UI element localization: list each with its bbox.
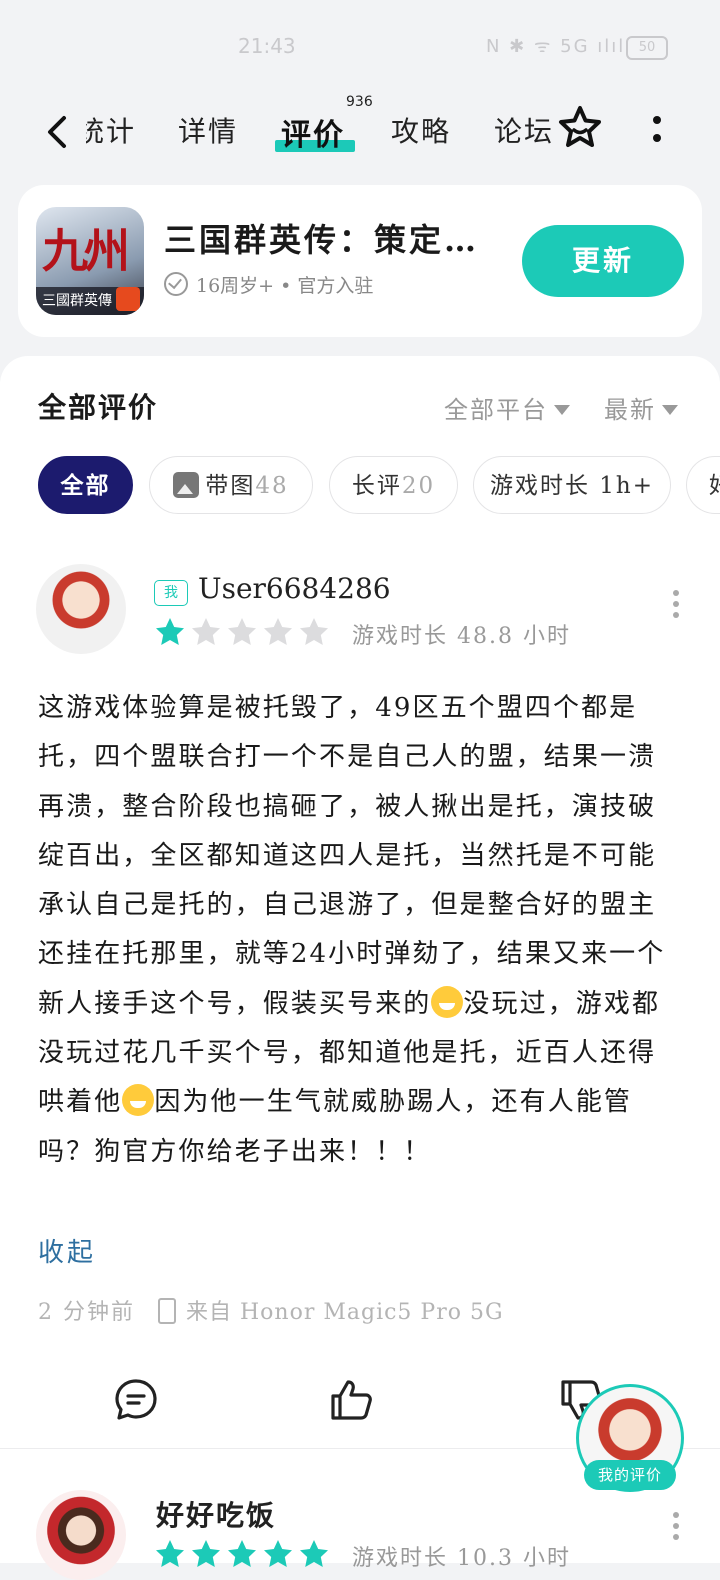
review-count-badge: 936	[346, 94, 373, 110]
app-icon-logo: 九州	[42, 224, 130, 278]
username[interactable]: 好好吃饭	[156, 1494, 276, 1534]
star-filled-icon	[156, 1540, 184, 1567]
verified-icon	[164, 272, 188, 296]
me-tag: 我	[154, 580, 188, 606]
review-text-part: 这游戏体验算是被托毁了，49区五个盟四个都是托，四个盟联合打一个不是自己人的盟，…	[38, 693, 666, 1019]
sort-filter[interactable]: 最新	[604, 390, 678, 425]
more-options-icon[interactable]	[640, 110, 674, 150]
thumbs-up-icon[interactable]	[328, 1376, 376, 1424]
platform-filter-label: 全部平台	[444, 396, 548, 424]
sweat-smile-emoji	[122, 1084, 155, 1117]
playtime: 游戏时长 10.3 小时	[352, 1546, 571, 1571]
back-arrow-icon[interactable]	[38, 112, 78, 152]
sweat-smile-emoji	[431, 985, 464, 1018]
star-filled-icon	[156, 618, 184, 645]
reviews-panel: 全部评价 全部平台 最新 全部 带图48 长评20 游戏时长 1h+ 好 我 U…	[0, 356, 720, 1580]
comment-icon[interactable]	[112, 1376, 160, 1424]
caret-down-icon	[554, 405, 570, 415]
chip-playtime[interactable]: 游戏时长 1h+	[473, 456, 671, 514]
app-title[interactable]: 三国群英传：策定…	[164, 215, 479, 261]
caret-down-icon	[662, 405, 678, 415]
app-card: 九州 三國群英傳 三国群英传：策定… 16周岁+ • 官方入驻 更新	[18, 185, 702, 337]
star-icon[interactable]	[556, 104, 604, 152]
top-nav: 统计 详情 评价 936 攻略 论坛	[0, 94, 720, 168]
chip-label: 全部	[60, 472, 111, 499]
review-time: 2 分钟前	[38, 1300, 135, 1325]
filter-chips: 全部 带图48 长评20 游戏时长 1h+ 好	[38, 456, 720, 518]
battery-icon: 50	[626, 36, 668, 60]
chip-all[interactable]: 全部	[38, 456, 133, 514]
username[interactable]: User6684286	[198, 572, 391, 605]
star-empty-icon	[264, 618, 292, 645]
chip-label: 长评	[351, 473, 402, 499]
chip-count: 48	[255, 473, 289, 499]
more-vertical-icon[interactable]	[664, 584, 688, 624]
collapse-link[interactable]: 收起	[38, 1232, 96, 1269]
chip-label: 带图	[205, 473, 256, 499]
tab-details[interactable]: 详情	[178, 110, 238, 150]
image-icon	[173, 472, 200, 498]
my-review-button[interactable]: 我的评价	[576, 1384, 684, 1492]
more-vertical-icon[interactable]	[664, 1506, 688, 1546]
tab-stats[interactable]: 统计	[86, 110, 136, 150]
avatar[interactable]	[36, 564, 126, 654]
update-button[interactable]: 更新	[522, 225, 684, 297]
star-filled-icon	[192, 1540, 220, 1567]
chip-count: 20	[401, 473, 436, 499]
chip-label: 游戏时长 1h+	[489, 473, 655, 499]
review-device: 来自 Honor Magic5 Pro 5G	[158, 1294, 504, 1326]
tab-reviews[interactable]: 评价	[281, 110, 345, 154]
star-filled-icon	[228, 1540, 256, 1567]
tab-forum[interactable]: 论坛	[494, 110, 554, 150]
my-review-label: 我的评价	[584, 1460, 676, 1490]
device-label: 来自 Honor Magic5 Pro 5G	[186, 1300, 504, 1325]
phone-icon	[158, 1298, 176, 1324]
app-meta-text: 16周岁+ • 官方入驻	[196, 275, 374, 297]
avatar[interactable]	[36, 1490, 126, 1580]
review-text: 这游戏体验算是被托毁了，49区五个盟四个都是托，四个盟联合打一个不是自己人的盟，…	[38, 684, 678, 1177]
chip-long-reviews[interactable]: 长评20	[329, 456, 458, 514]
sort-filter-label: 最新	[604, 396, 656, 424]
status-bar: 21:43 N ✱ ᯤ 5G ılıl 50	[0, 0, 720, 96]
platform-filter[interactable]: 全部平台	[444, 390, 570, 425]
tab-guides[interactable]: 攻略	[391, 110, 451, 150]
playtime: 游戏时长 48.8 小时	[352, 624, 571, 649]
app-icon-badge	[116, 287, 140, 311]
chip-with-images[interactable]: 带图48	[149, 456, 313, 514]
status-time: 21:43	[238, 34, 296, 58]
app-meta: 16周岁+ • 官方入驻	[164, 271, 373, 298]
star-empty-icon	[228, 618, 256, 645]
star-filled-icon	[264, 1540, 292, 1567]
chip-label: 好	[709, 473, 720, 499]
section-title: 全部评价	[38, 391, 159, 424]
star-empty-icon	[300, 618, 328, 645]
chip-positive[interactable]: 好	[686, 456, 720, 514]
star-empty-icon	[192, 618, 220, 645]
status-icons: N ✱ ᯤ 5G ılıl	[486, 36, 626, 57]
star-filled-icon	[300, 1540, 328, 1567]
app-icon[interactable]: 九州 三國群英傳	[36, 207, 144, 315]
